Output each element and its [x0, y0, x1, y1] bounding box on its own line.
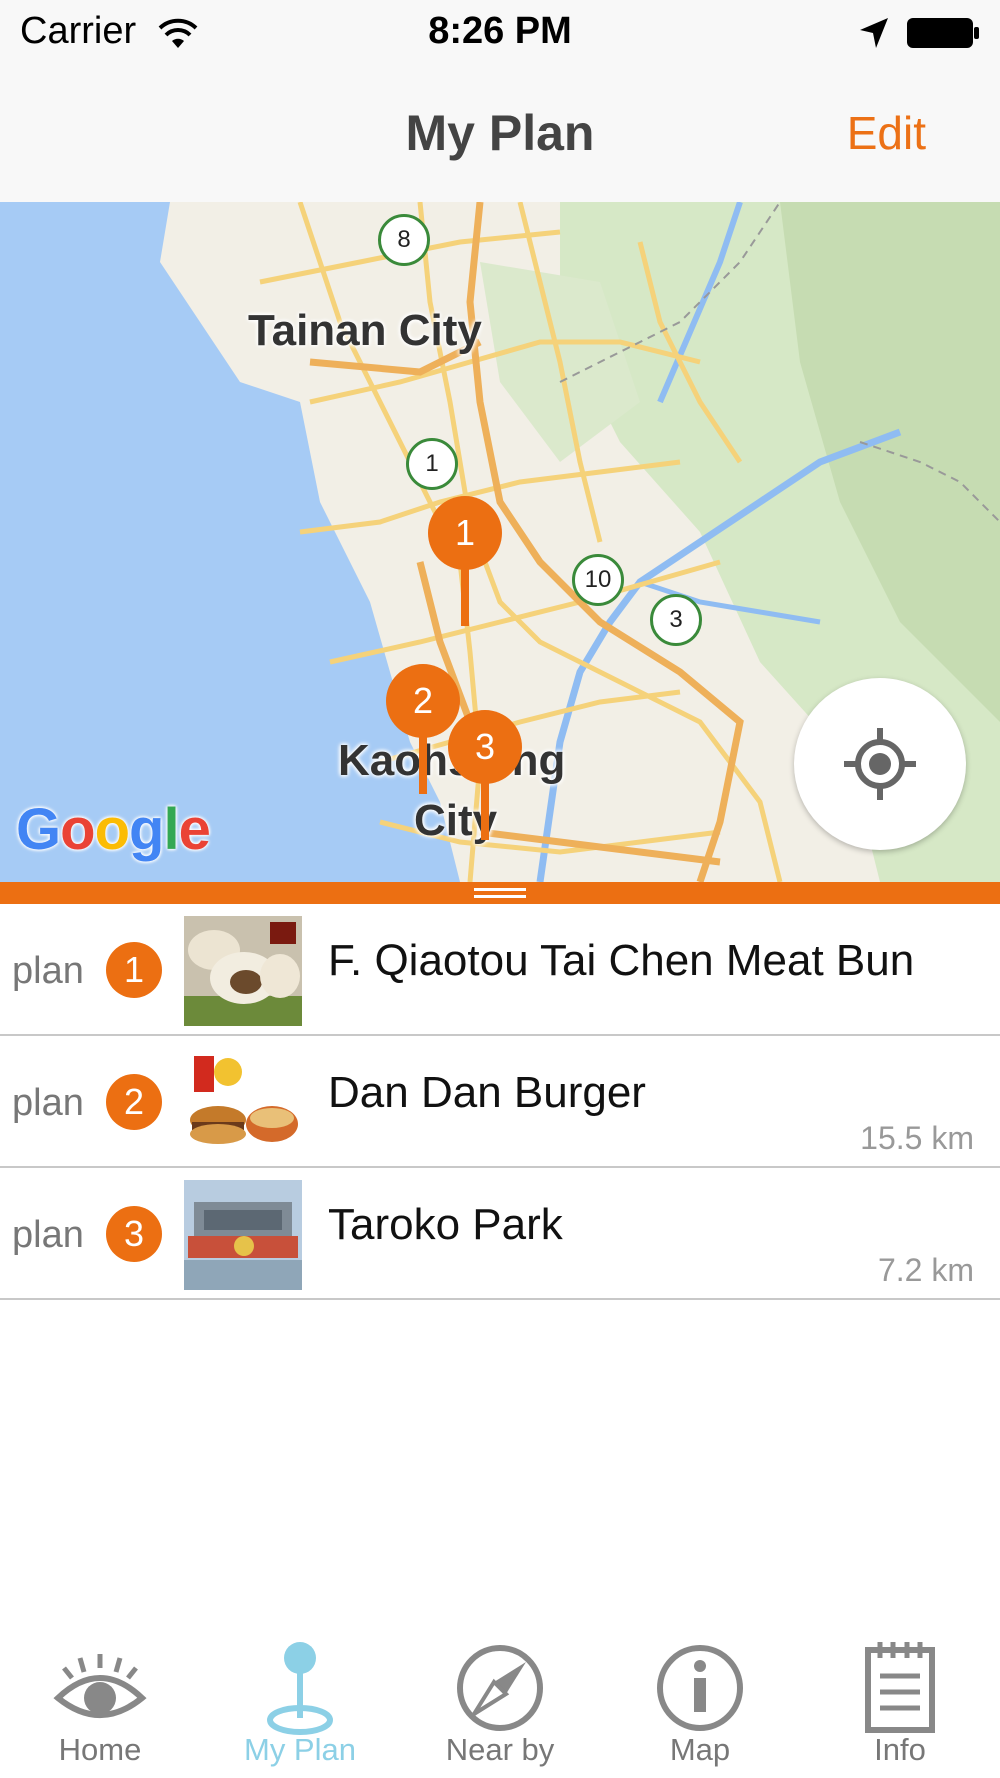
plan-distance: 15.5 km [860, 1120, 974, 1156]
navigation-bar: My Plan Edit [0, 66, 1000, 202]
plan-distance: 7.2 km [877, 1252, 974, 1288]
route-badge: 3 [650, 594, 702, 646]
map-pin-number: 3 [448, 710, 522, 784]
tab-home[interactable]: Home [0, 1620, 200, 1778]
plan-prefix: plan [12, 1082, 84, 1124]
notepad-icon [865, 1642, 935, 1733]
plan-name: Taroko Park [328, 1200, 563, 1249]
location-arrow-icon [860, 18, 888, 48]
tab-info[interactable]: Info [800, 1620, 1000, 1778]
resize-handle[interactable] [0, 882, 1000, 904]
google-logo-letter: o [60, 797, 95, 862]
google-logo-letter: l [163, 797, 179, 862]
plan-number-badge: 2 [106, 1074, 162, 1130]
tab-map[interactable]: Map [600, 1620, 800, 1778]
google-logo: Google [16, 796, 211, 863]
park-thumbnail [184, 1180, 302, 1290]
plan-prefix: plan [12, 1214, 84, 1256]
plan-name: Dan Dan Burger [328, 1068, 646, 1117]
grip-line [474, 895, 526, 898]
plan-row[interactable]: plan 3 Taroko Park 7.2 km [0, 1168, 1000, 1300]
google-logo-letter: o [94, 797, 130, 862]
my-location-button[interactable] [794, 678, 966, 850]
google-logo-letter: g [129, 797, 164, 862]
map-pin-number: 2 [386, 664, 460, 738]
plan-name: F. Qiaotou Tai Chen Meat Bun [328, 936, 915, 985]
route-badge: 8 [378, 214, 430, 266]
plan-prefix: plan [12, 950, 84, 992]
map-label-tainan: Tainan City [248, 306, 482, 355]
plan-list: plan 1 F. Qiaotou Tai Chen Meat Bun plan… [0, 904, 1000, 1300]
meat-bun-thumbnail [184, 916, 302, 1026]
map-view[interactable]: Tainan City Kaohsiung City 8 1 10 3 1 2 … [0, 202, 1000, 882]
compass-icon [457, 1645, 543, 1731]
tab-my-plan[interactable]: My Plan [200, 1620, 400, 1778]
map-pin-stem [419, 734, 427, 794]
tab-label: My Plan [244, 1732, 356, 1767]
google-logo-letter: G [16, 797, 61, 862]
tab-label: Home [58, 1732, 142, 1767]
status-time: 8:26 PM [428, 10, 572, 52]
tab-label: Near by [445, 1732, 555, 1767]
tab-label: Info [874, 1732, 926, 1767]
edit-button[interactable]: Edit [847, 106, 926, 160]
map-pin-number: 1 [428, 496, 502, 570]
burger-thumbnail [184, 1048, 302, 1158]
plan-row[interactable]: plan 1 F. Qiaotou Tai Chen Meat Bun [0, 904, 1000, 1036]
status-bar: Carrier 8:26 PM [0, 0, 1000, 66]
eye-icon [53, 1654, 147, 1718]
route-badge: 1 [406, 438, 458, 490]
tab-near-by[interactable]: Near by [400, 1620, 600, 1778]
map-pin-stem [481, 780, 489, 840]
plan-number-badge: 1 [106, 942, 162, 998]
map-pin-stem [461, 566, 469, 626]
crosshair-icon [844, 728, 916, 800]
map-pin-icon [267, 1642, 333, 1735]
grip-line [474, 888, 526, 891]
battery-icon [907, 18, 979, 48]
google-logo-letter: e [178, 797, 211, 862]
plan-row[interactable]: plan 2 Dan Dan Burger 15.5 km [0, 1036, 1000, 1168]
tab-label: Map [669, 1732, 731, 1767]
info-circle-icon [657, 1645, 743, 1731]
tab-bar: Home My Plan Near by Map Info [0, 1620, 1000, 1778]
route-badge: 10 [572, 554, 624, 606]
plan-number-badge: 3 [106, 1206, 162, 1262]
